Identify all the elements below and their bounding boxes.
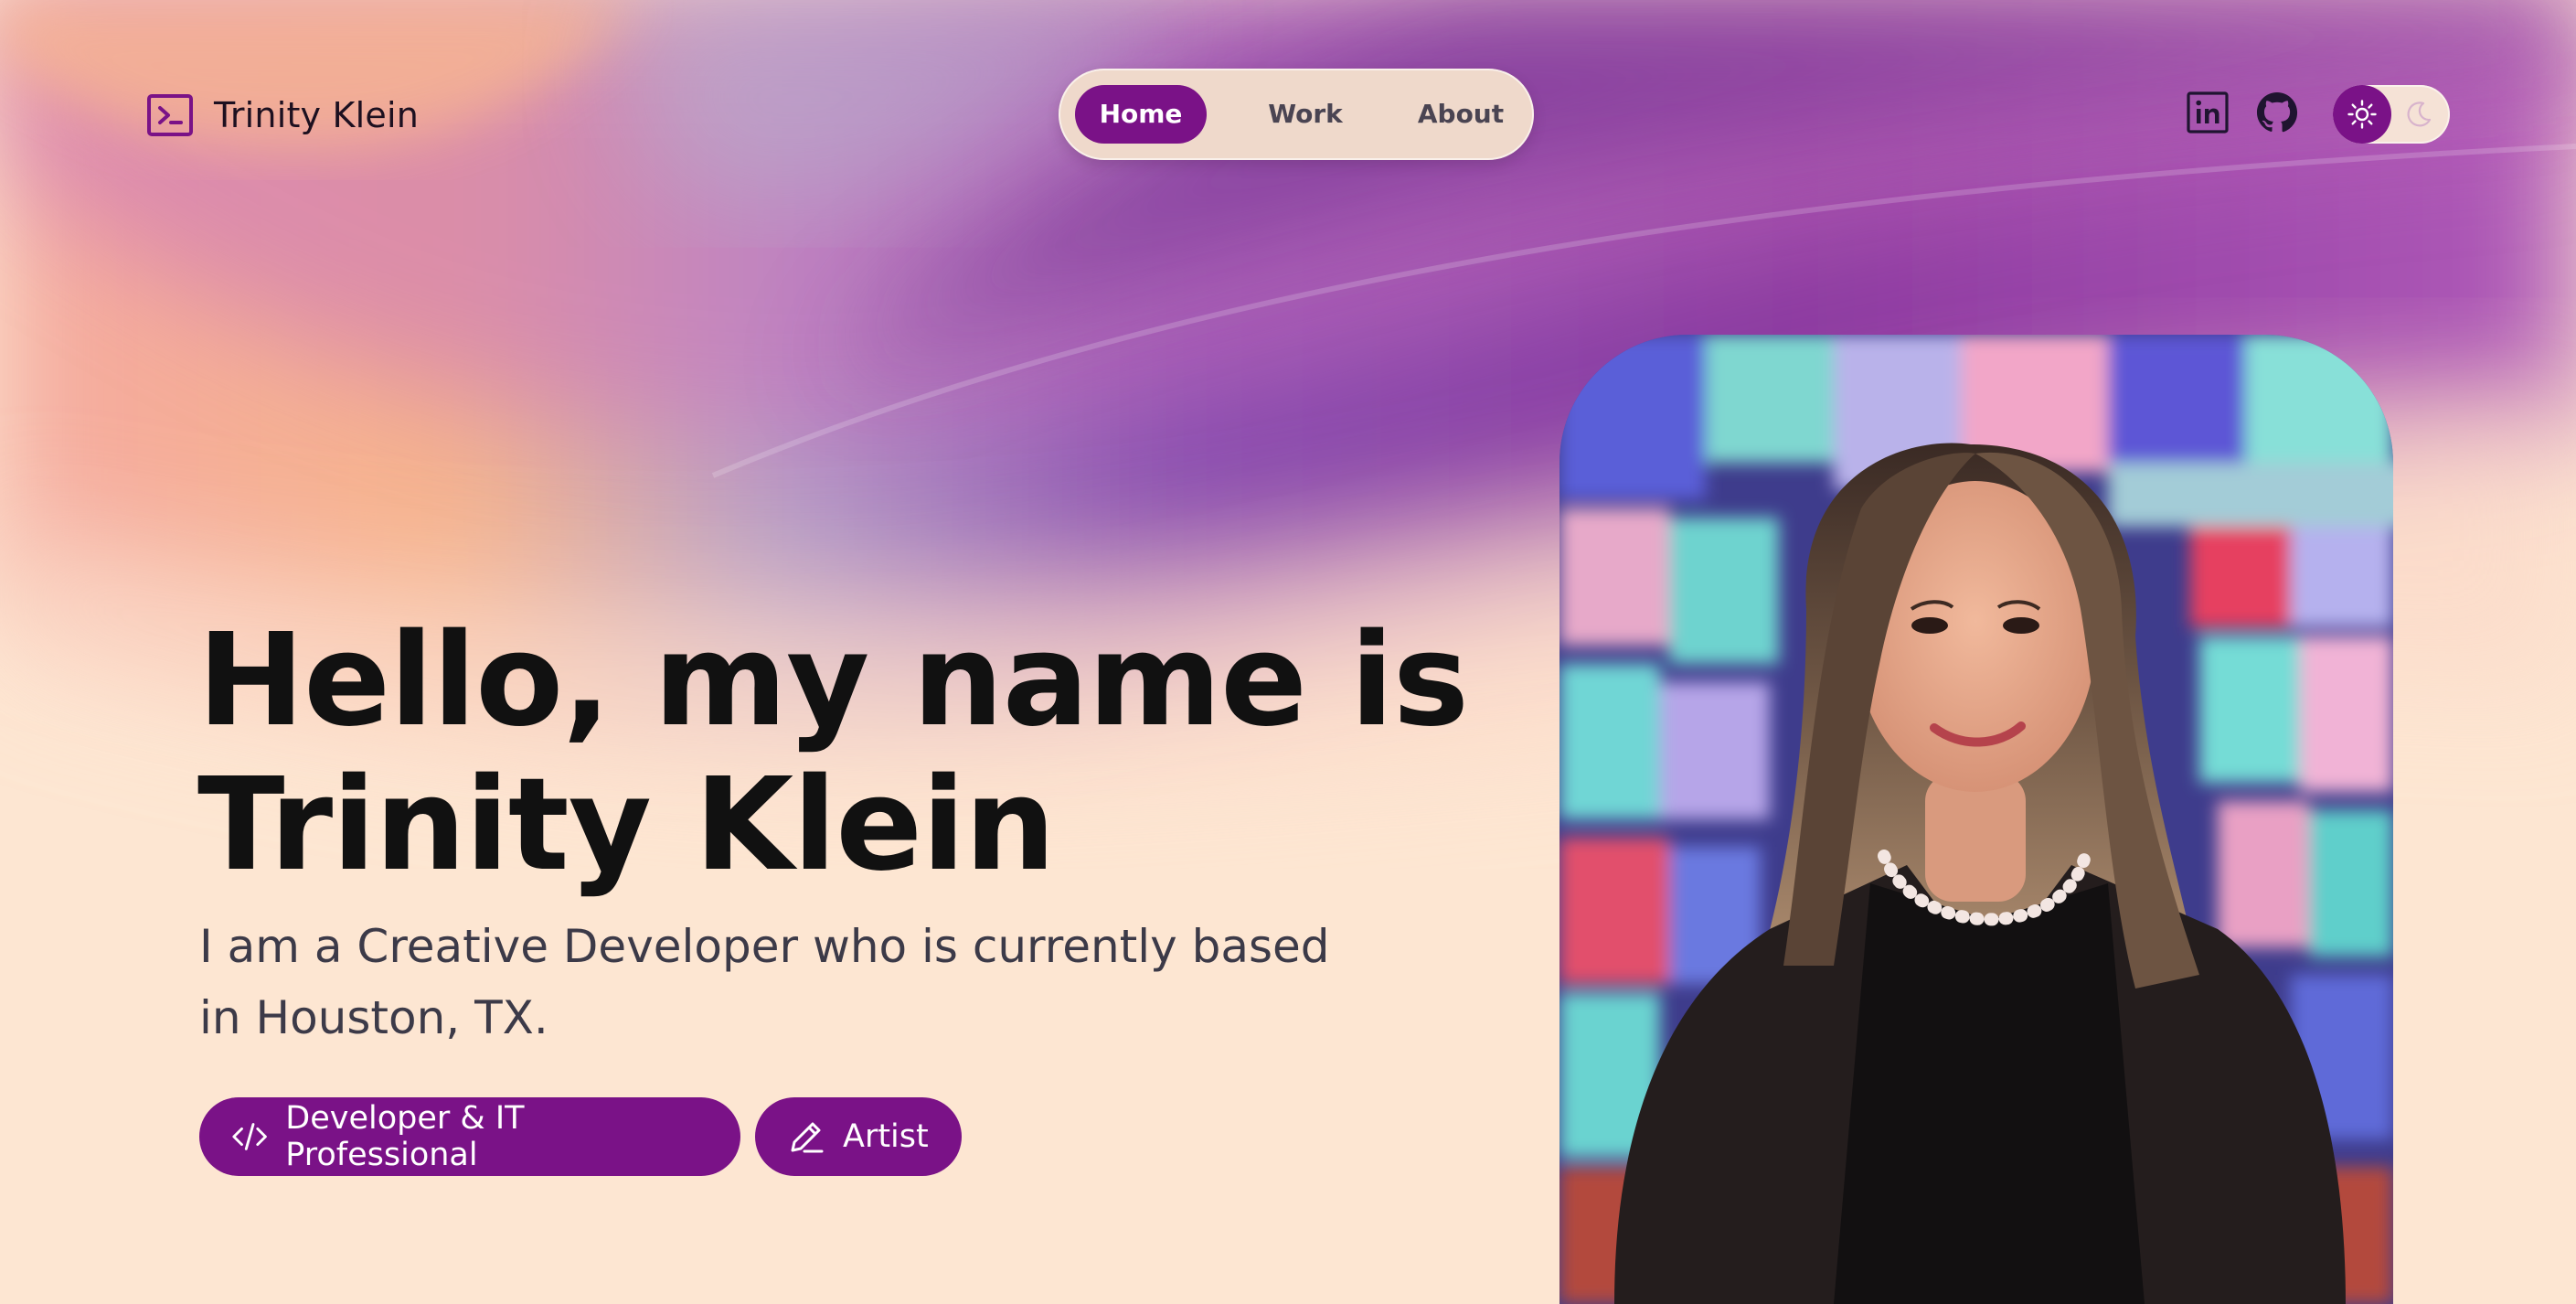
dark-mode-button[interactable] [2399,94,2439,134]
developer-tag-label: Developer & IT Professional [285,1100,525,1173]
terminal-icon [147,94,193,136]
light-mode-button[interactable] [2333,85,2391,144]
artist-tag-label: Artist [843,1118,929,1155]
hero-title-line2: Trinity Klein [197,751,1056,900]
portrait-photo [1559,335,2393,1304]
artist-tag-button[interactable]: Artist [755,1097,962,1176]
github-icon[interactable] [2256,91,2298,134]
nav-work[interactable]: Work [1241,85,1369,144]
nav-home[interactable]: Home [1075,85,1207,144]
hero-title-line1: Hello, my name is [197,606,1469,755]
brand-logo-link[interactable]: Trinity Klein [146,91,419,139]
hero-subtitle-line2: in Houston, TX. [199,991,548,1044]
main-nav: Home Work About [1059,69,1534,160]
nav-about[interactable]: About [1397,85,1525,144]
hero-subtitle-line1: I am a Creative Developer who is current… [199,920,1330,973]
brand-name: Trinity Klein [214,95,420,135]
hero-subtitle: I am a Creative Developer who is current… [199,911,1369,1053]
theme-toggle[interactable] [2333,85,2450,144]
moon-icon [2407,102,2432,127]
developer-tag-button[interactable]: Developer & IT Professional [199,1097,740,1176]
sun-icon [2347,100,2377,129]
code-icon [232,1123,267,1150]
hero-title: Hello, my name is Trinity Klein [197,609,1550,898]
pencil-icon [791,1122,824,1153]
linkedin-icon[interactable] [2187,91,2229,134]
